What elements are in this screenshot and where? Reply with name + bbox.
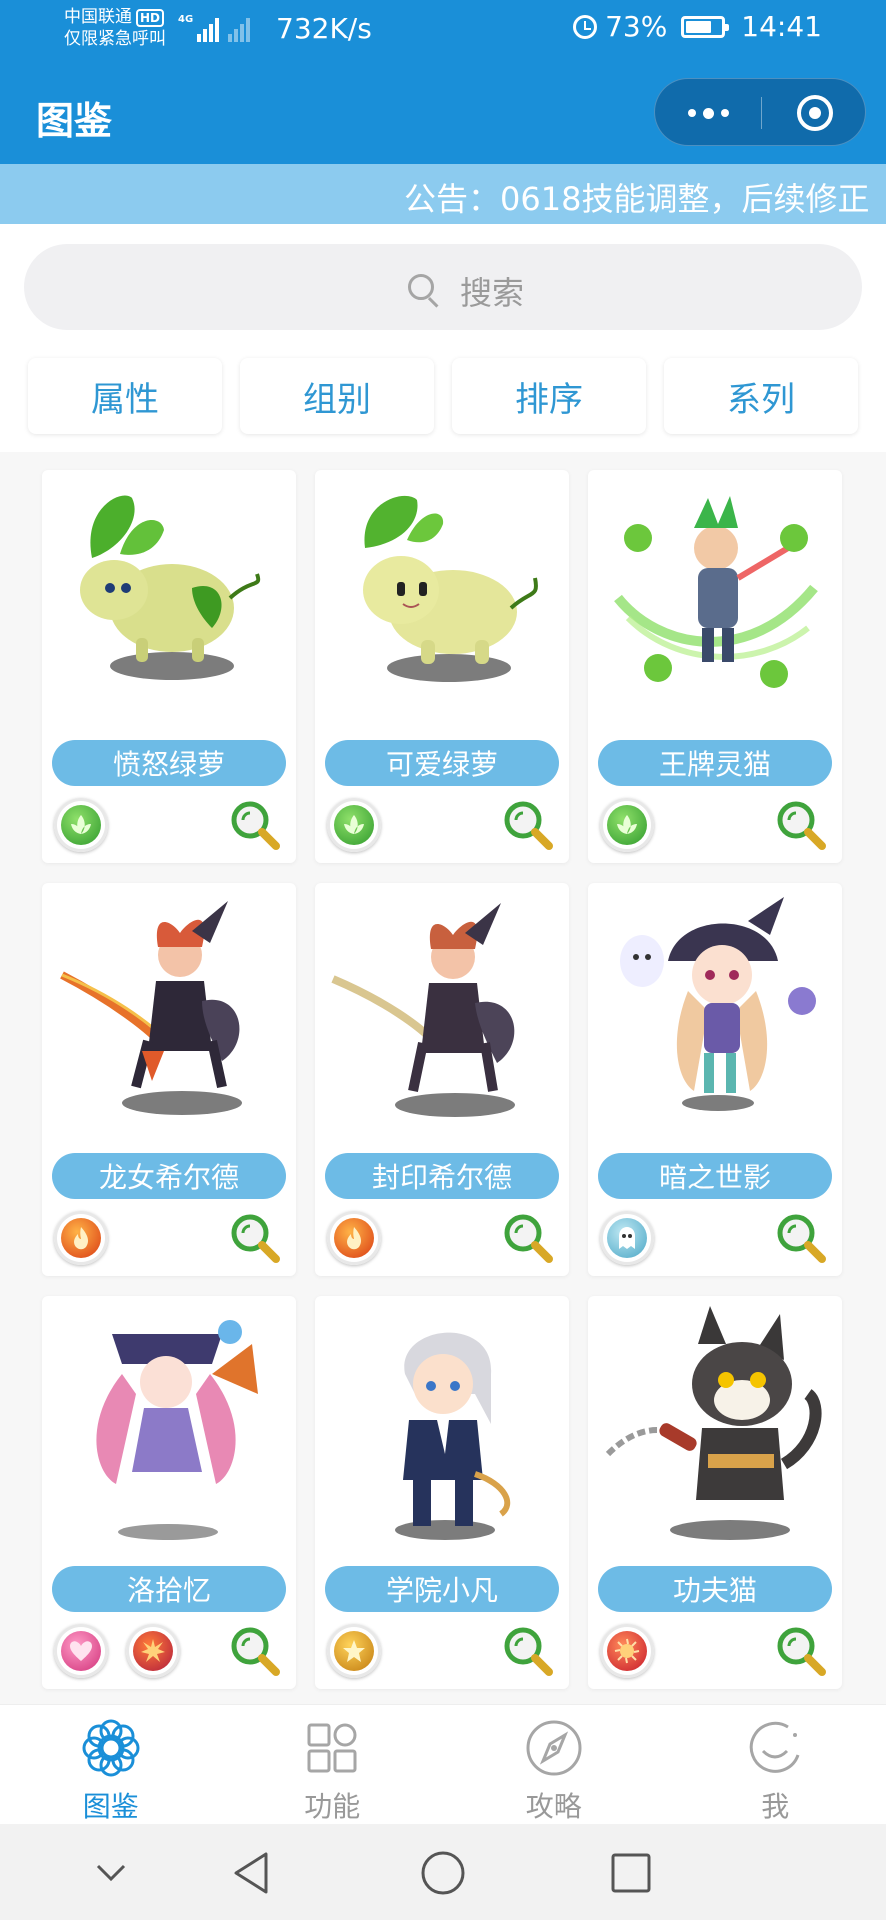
fire-icon xyxy=(54,1211,108,1265)
back-icon[interactable] xyxy=(228,1848,278,1898)
compass-icon xyxy=(526,1720,582,1776)
pet-image xyxy=(96,1320,258,1540)
pet-name: 学院小凡 xyxy=(325,1566,559,1612)
pet-card[interactable]: 愤怒绿萝 xyxy=(42,470,296,863)
pet-image xyxy=(614,496,818,688)
pet-image xyxy=(620,897,816,1111)
hd-badge: HD xyxy=(136,9,165,27)
net-speed: 732K/s xyxy=(276,12,372,45)
carrier-info: 中国联通 HD 仅限紧急呼叫 xyxy=(64,6,166,50)
pet-name: 可爱绿萝 xyxy=(325,740,559,786)
magnifier-icon[interactable] xyxy=(228,798,282,852)
tab-label: 我 xyxy=(761,1790,790,1823)
network-type: 4G xyxy=(178,14,194,25)
magnifier-icon[interactable] xyxy=(228,1211,282,1265)
status-right: 73% 14:41 xyxy=(573,10,822,43)
pet-grid: 愤怒绿萝 可爱绿萝 王牌灵猫 龙女希尔德 封印希尔德 暗之世影 洛拾忆 学院小凡… xyxy=(42,470,842,1689)
burst-icon xyxy=(126,1624,180,1678)
pet-name: 王牌灵猫 xyxy=(598,740,832,786)
tab-label: 图鉴 xyxy=(82,1790,139,1823)
grass-icon xyxy=(600,798,654,852)
flower-icon xyxy=(82,1719,140,1777)
star-icon xyxy=(327,1624,381,1678)
grid-icon xyxy=(307,1723,357,1773)
search-input[interactable]: 搜索 xyxy=(24,244,862,330)
pet-card[interactable]: 龙女希尔德 xyxy=(42,883,296,1276)
pet-image xyxy=(395,1332,511,1540)
tab-guides[interactable]: 攻略 xyxy=(443,1705,665,1825)
notice-text: 公告：0618技能调整，后续修正 xyxy=(404,180,870,218)
filter-series-button[interactable]: 系列 xyxy=(664,358,858,434)
tab-pokedex[interactable]: 图鉴 xyxy=(0,1705,222,1825)
pet-image xyxy=(331,903,515,1117)
app-header: 图鉴 xyxy=(0,60,886,164)
home-icon[interactable] xyxy=(418,1848,468,1898)
pet-name: 暗之世影 xyxy=(598,1153,832,1199)
chevron-down-icon[interactable] xyxy=(86,1848,136,1898)
magnifier-icon[interactable] xyxy=(501,798,555,852)
signal-icon: 4G xyxy=(178,14,220,42)
alarm-icon xyxy=(573,14,598,39)
carrier-name: 中国联通 xyxy=(64,7,132,27)
clock: 14:41 xyxy=(741,10,822,43)
pet-card[interactable]: 可爱绿萝 xyxy=(315,470,569,863)
heart-icon xyxy=(54,1624,108,1678)
fire-icon xyxy=(327,1211,381,1265)
search-placeholder: 搜索 xyxy=(460,274,525,312)
pet-name: 龙女希尔德 xyxy=(52,1153,286,1199)
notice-banner: 公告：0618技能调整，后续修正 xyxy=(0,164,886,224)
filter-group-button[interactable]: 组别 xyxy=(240,358,434,434)
status-bar: 中国联通 HD 仅限紧急呼叫 4G 732K/s 73% 14:41 xyxy=(0,0,886,60)
filter-bar: 属性 组别 排序 系列 xyxy=(28,358,858,434)
magnifier-icon[interactable] xyxy=(501,1211,555,1265)
filter-attribute-button[interactable]: 属性 xyxy=(28,358,222,434)
pet-image xyxy=(363,495,538,682)
pet-card[interactable]: 洛拾忆 xyxy=(42,1296,296,1689)
pet-card[interactable]: 封印希尔德 xyxy=(315,883,569,1276)
tab-me[interactable]: 我 xyxy=(665,1705,886,1825)
magnifier-icon[interactable] xyxy=(774,1624,828,1678)
pet-card[interactable]: 王牌灵猫 xyxy=(588,470,842,863)
pet-name: 功夫猫 xyxy=(598,1566,832,1612)
grass-icon xyxy=(54,798,108,852)
ghost-icon xyxy=(600,1211,654,1265)
recents-icon[interactable] xyxy=(606,1848,656,1898)
smile-icon xyxy=(750,1721,800,1773)
flame-icon xyxy=(600,1624,654,1678)
magnifier-icon[interactable] xyxy=(774,1211,828,1265)
pet-image xyxy=(80,495,261,680)
pet-name: 封印希尔德 xyxy=(325,1153,559,1199)
pet-name: 洛拾忆 xyxy=(52,1566,286,1612)
tab-label: 功能 xyxy=(304,1790,361,1823)
battery-icon xyxy=(681,15,730,38)
pet-image xyxy=(605,1306,822,1540)
pet-name: 愤怒绿萝 xyxy=(52,740,286,786)
pet-grid-area: 愤怒绿萝 可爱绿萝 王牌灵猫 龙女希尔德 封印希尔德 暗之世影 洛拾忆 学院小凡… xyxy=(0,452,886,1704)
close-target-icon[interactable] xyxy=(797,95,833,131)
grass-icon xyxy=(327,798,381,852)
pet-card[interactable]: 暗之世影 xyxy=(588,883,842,1276)
magnifier-icon[interactable] xyxy=(501,1624,555,1678)
page-title: 图鉴 xyxy=(36,99,113,143)
battery-percent: 73% xyxy=(605,10,668,43)
mini-program-capsule xyxy=(654,78,866,146)
system-nav-bar xyxy=(0,1824,886,1920)
pet-card[interactable]: 学院小凡 xyxy=(315,1296,569,1689)
filter-sort-button[interactable]: 排序 xyxy=(452,358,646,434)
more-options-button[interactable] xyxy=(655,79,761,147)
magnifier-icon[interactable] xyxy=(774,798,828,852)
tab-bar: 图鉴 功能 攻略 我 xyxy=(0,1704,886,1824)
search-icon xyxy=(408,274,434,300)
tab-label: 攻略 xyxy=(525,1790,582,1823)
emergency-only-text: 仅限紧急呼叫 xyxy=(64,29,166,49)
signal-icon-secondary xyxy=(228,14,250,42)
pet-image xyxy=(60,901,242,1115)
tab-functions[interactable]: 功能 xyxy=(222,1705,444,1825)
magnifier-icon[interactable] xyxy=(228,1624,282,1678)
pet-card[interactable]: 功夫猫 xyxy=(588,1296,842,1689)
